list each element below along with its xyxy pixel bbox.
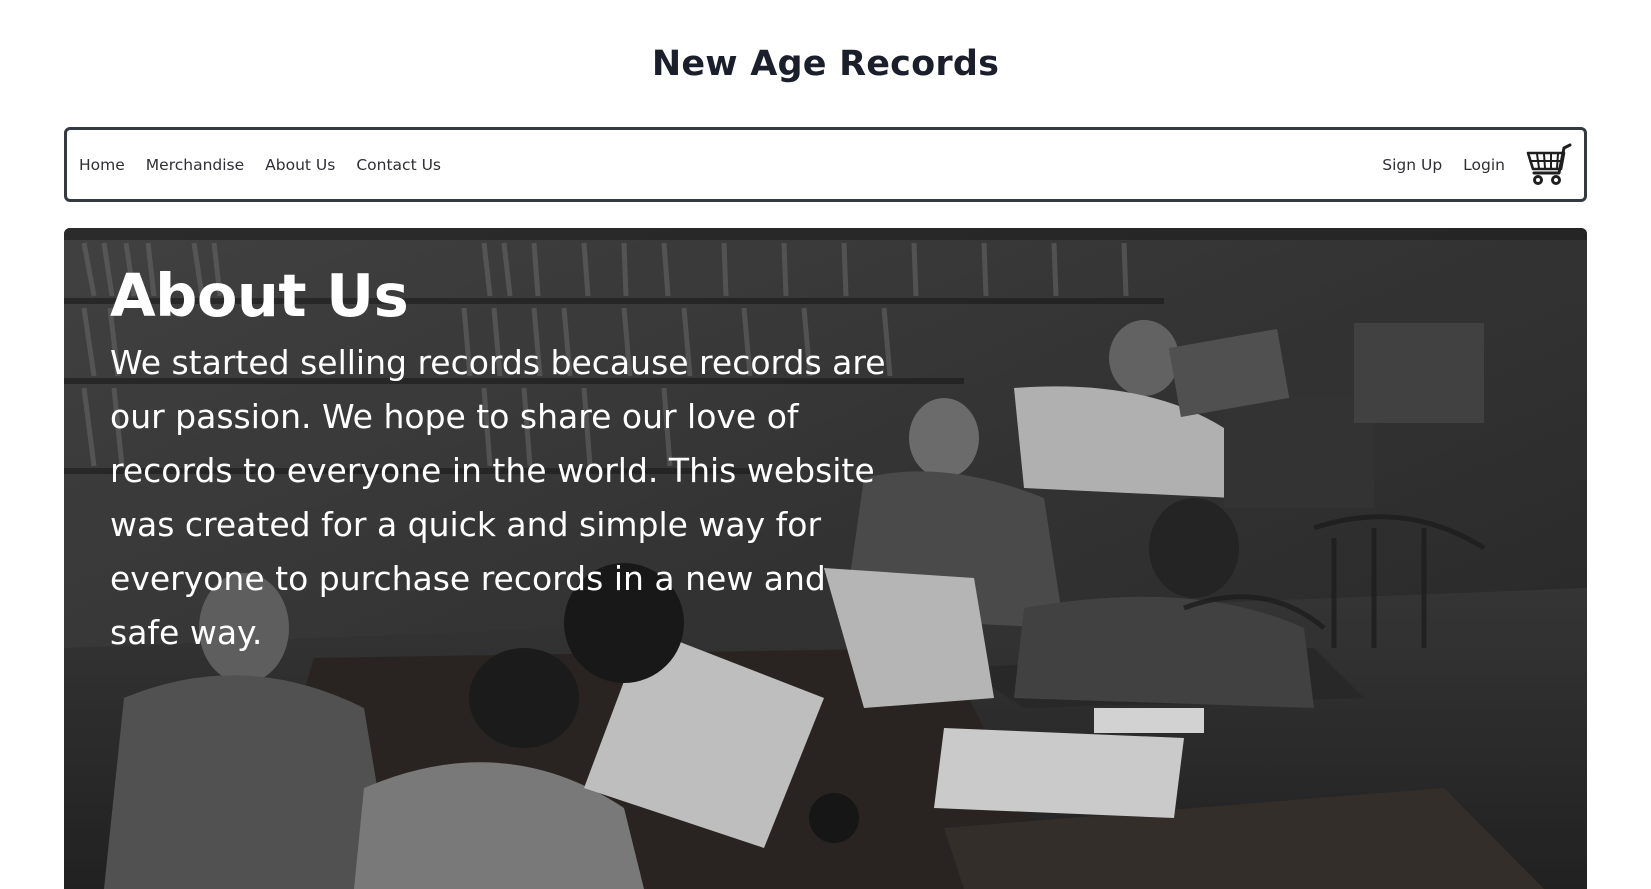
site-title: New Age Records <box>651 44 1000 84</box>
nav-link-login[interactable]: Login <box>1463 156 1505 174</box>
hero-banner: About Us We started selling records beca… <box>64 228 1587 889</box>
hero-heading: About Us <box>110 261 409 330</box>
nav-link-contact-us[interactable]: Contact Us <box>356 156 441 174</box>
nav-link-about-us[interactable]: About Us <box>265 156 335 174</box>
nav-link-home[interactable]: Home <box>79 156 125 174</box>
nav-left: Home Merchandise About Us Contact Us <box>79 156 462 174</box>
hero-description: We started selling records because recor… <box>110 342 886 652</box>
navbar: Home Merchandise About Us Contact Us Sig… <box>64 127 1587 202</box>
nav-link-merchandise[interactable]: Merchandise <box>146 156 244 174</box>
nav-link-sign-up[interactable]: Sign Up <box>1382 156 1442 174</box>
nav-right: Sign Up Login <box>1382 143 1572 187</box>
shopping-cart-icon[interactable] <box>1526 143 1572 187</box>
hero-text-block: About Us We started selling records beca… <box>110 262 890 660</box>
